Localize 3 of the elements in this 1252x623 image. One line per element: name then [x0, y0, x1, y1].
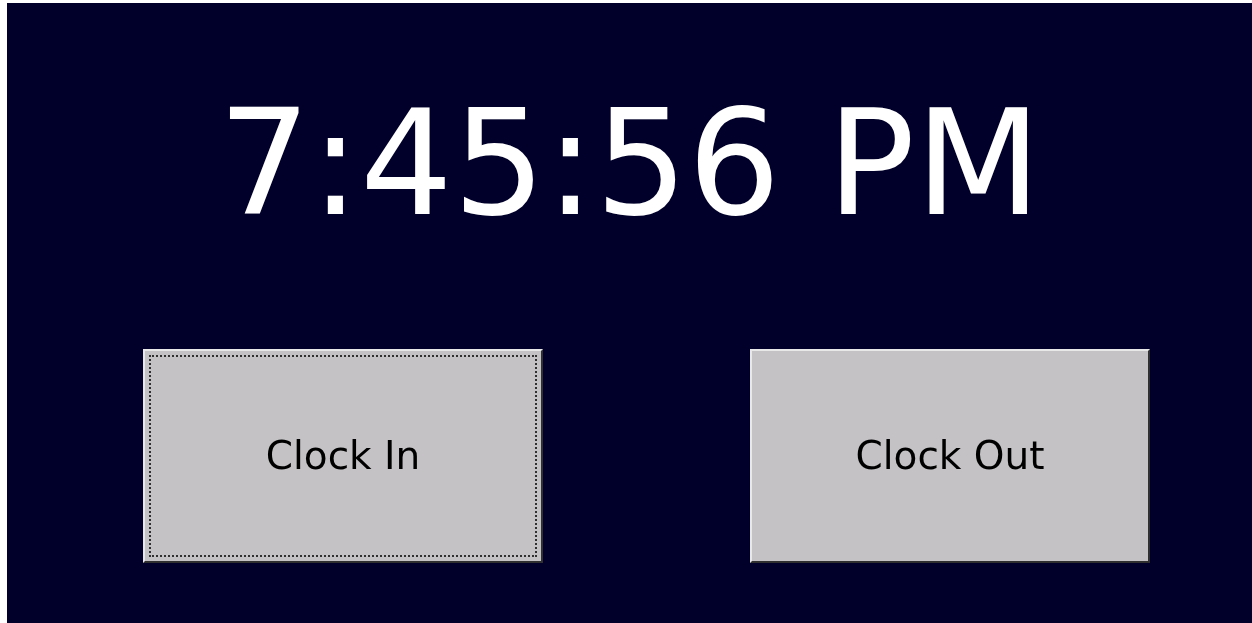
clock-button[interactable]: Clock In: [143, 349, 543, 563]
clock-button[interactable]: Clock Out: [750, 349, 1150, 563]
clock-time: 7:45:56 PM: [217, 77, 1042, 250]
